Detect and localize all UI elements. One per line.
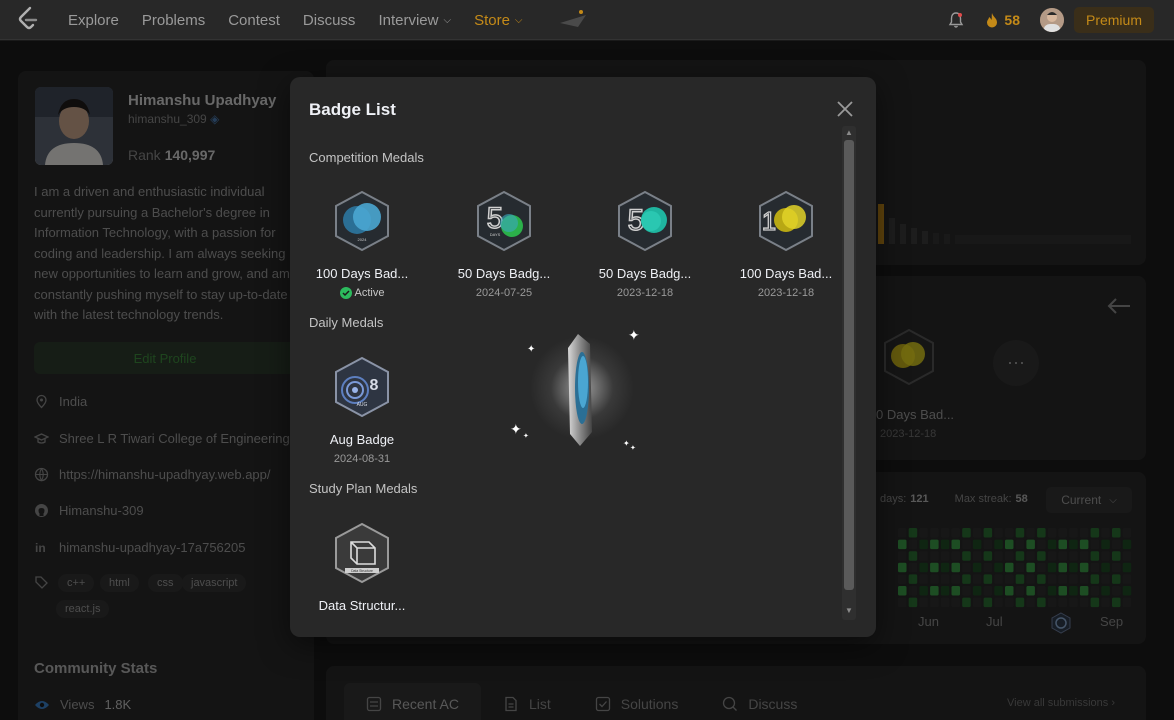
bell-icon[interactable]: [947, 11, 965, 29]
nav-discuss[interactable]: Discuss: [303, 12, 356, 29]
badge-item[interactable]: 8 AUG Aug Badge 2024-08-31: [292, 356, 432, 465]
nav-store[interactable]: Store ⌵: [474, 12, 522, 29]
top-nav: Explore Problems Contest Discuss Intervi…: [0, 0, 1174, 40]
badge-list-modal: Badge List Competition Medals 2024 100 D…: [290, 77, 876, 637]
section-daily-medals: Daily Medals: [309, 315, 384, 330]
badge-item[interactable]: 1 100 Days Bad... 2023-12-18: [716, 190, 856, 299]
section-competition-medals: Competition Medals: [309, 150, 424, 165]
scroll-up-arrow[interactable]: ▲: [844, 128, 854, 138]
chevron-down-icon: ⌵: [514, 14, 523, 26]
leetcode-logo-icon[interactable]: [16, 6, 40, 32]
data-structure-badge-icon: Data Structure: [335, 522, 389, 584]
promo-plane-icon[interactable]: [556, 5, 590, 35]
check-circle-icon: [339, 287, 352, 299]
badge-name: 50 Days Badg...: [457, 266, 551, 281]
streak-counter[interactable]: 58: [985, 12, 1020, 28]
svg-text:5: 5: [487, 202, 504, 235]
nav-problems[interactable]: Problems: [142, 12, 205, 29]
svg-text:DAYS: DAYS: [490, 232, 501, 237]
hundred-days-badge-icon: 1: [759, 190, 813, 252]
svg-text:Data Structure: Data Structure: [351, 569, 373, 573]
badge-item[interactable]: 2024 100 Days Bad... Active: [292, 190, 432, 299]
close-icon[interactable]: [836, 100, 854, 118]
modal-scrollbar-thumb[interactable]: [844, 140, 854, 590]
badge-name: 50 Days Badg...: [598, 266, 692, 281]
modal-title: Badge List: [309, 100, 396, 119]
fire-icon: [987, 13, 998, 28]
aug-badge-icon: 8 AUG: [335, 356, 389, 418]
svg-text:✦: ✦: [630, 444, 636, 452]
badge-name: 100 Days Bad...: [315, 266, 409, 281]
badge-item[interactable]: 5 DAYS 50 Days Badg... 2024-07-25: [434, 190, 574, 299]
fifty-days-badge-icon: 5: [618, 190, 672, 252]
medal-showcase-icon: ✦ ✦ ✦ ✦ ✦ ✦: [510, 328, 640, 452]
svg-text:✦: ✦: [623, 439, 630, 448]
avatar[interactable]: [1039, 8, 1064, 32]
svg-text:2024: 2024: [358, 237, 368, 242]
svg-text:✦: ✦: [628, 328, 640, 344]
badge-name: 100 Days Bad...: [739, 266, 833, 281]
badge-item[interactable]: 5 50 Days Badg... 2023-12-18: [575, 190, 715, 299]
nav-explore[interactable]: Explore: [68, 12, 119, 29]
svg-text:✦: ✦: [510, 422, 522, 438]
section-study-plan-medals: Study Plan Medals: [309, 481, 418, 496]
badge-name: Aug Badge: [329, 432, 395, 447]
fifty-days-badge-icon: 5 DAYS: [477, 190, 531, 252]
svg-text:AUG: AUG: [357, 402, 368, 408]
badge-date: 2024-08-31: [333, 453, 391, 465]
badge-date: 2023-12-18: [616, 287, 674, 299]
hundred-days-badge-icon: 2024: [335, 190, 389, 252]
nav-interview[interactable]: Interview ⌵: [378, 12, 451, 29]
badge-name: Data Structur...: [318, 598, 406, 613]
badge-status: Active: [292, 287, 432, 299]
svg-text:✦: ✦: [523, 432, 529, 440]
badge-date: 2024-07-25: [475, 287, 533, 299]
svg-text:8: 8: [370, 377, 379, 394]
chevron-down-icon: ⌵: [443, 14, 452, 26]
svg-text:✦: ✦: [527, 344, 535, 355]
badge-date: 2023-12-18: [757, 287, 815, 299]
nav-contest[interactable]: Contest: [228, 12, 280, 29]
scroll-down-arrow[interactable]: ▼: [844, 606, 854, 616]
badge-item[interactable]: Data Structure Data Structur...: [292, 522, 432, 613]
premium-button[interactable]: Premium: [1073, 7, 1154, 33]
